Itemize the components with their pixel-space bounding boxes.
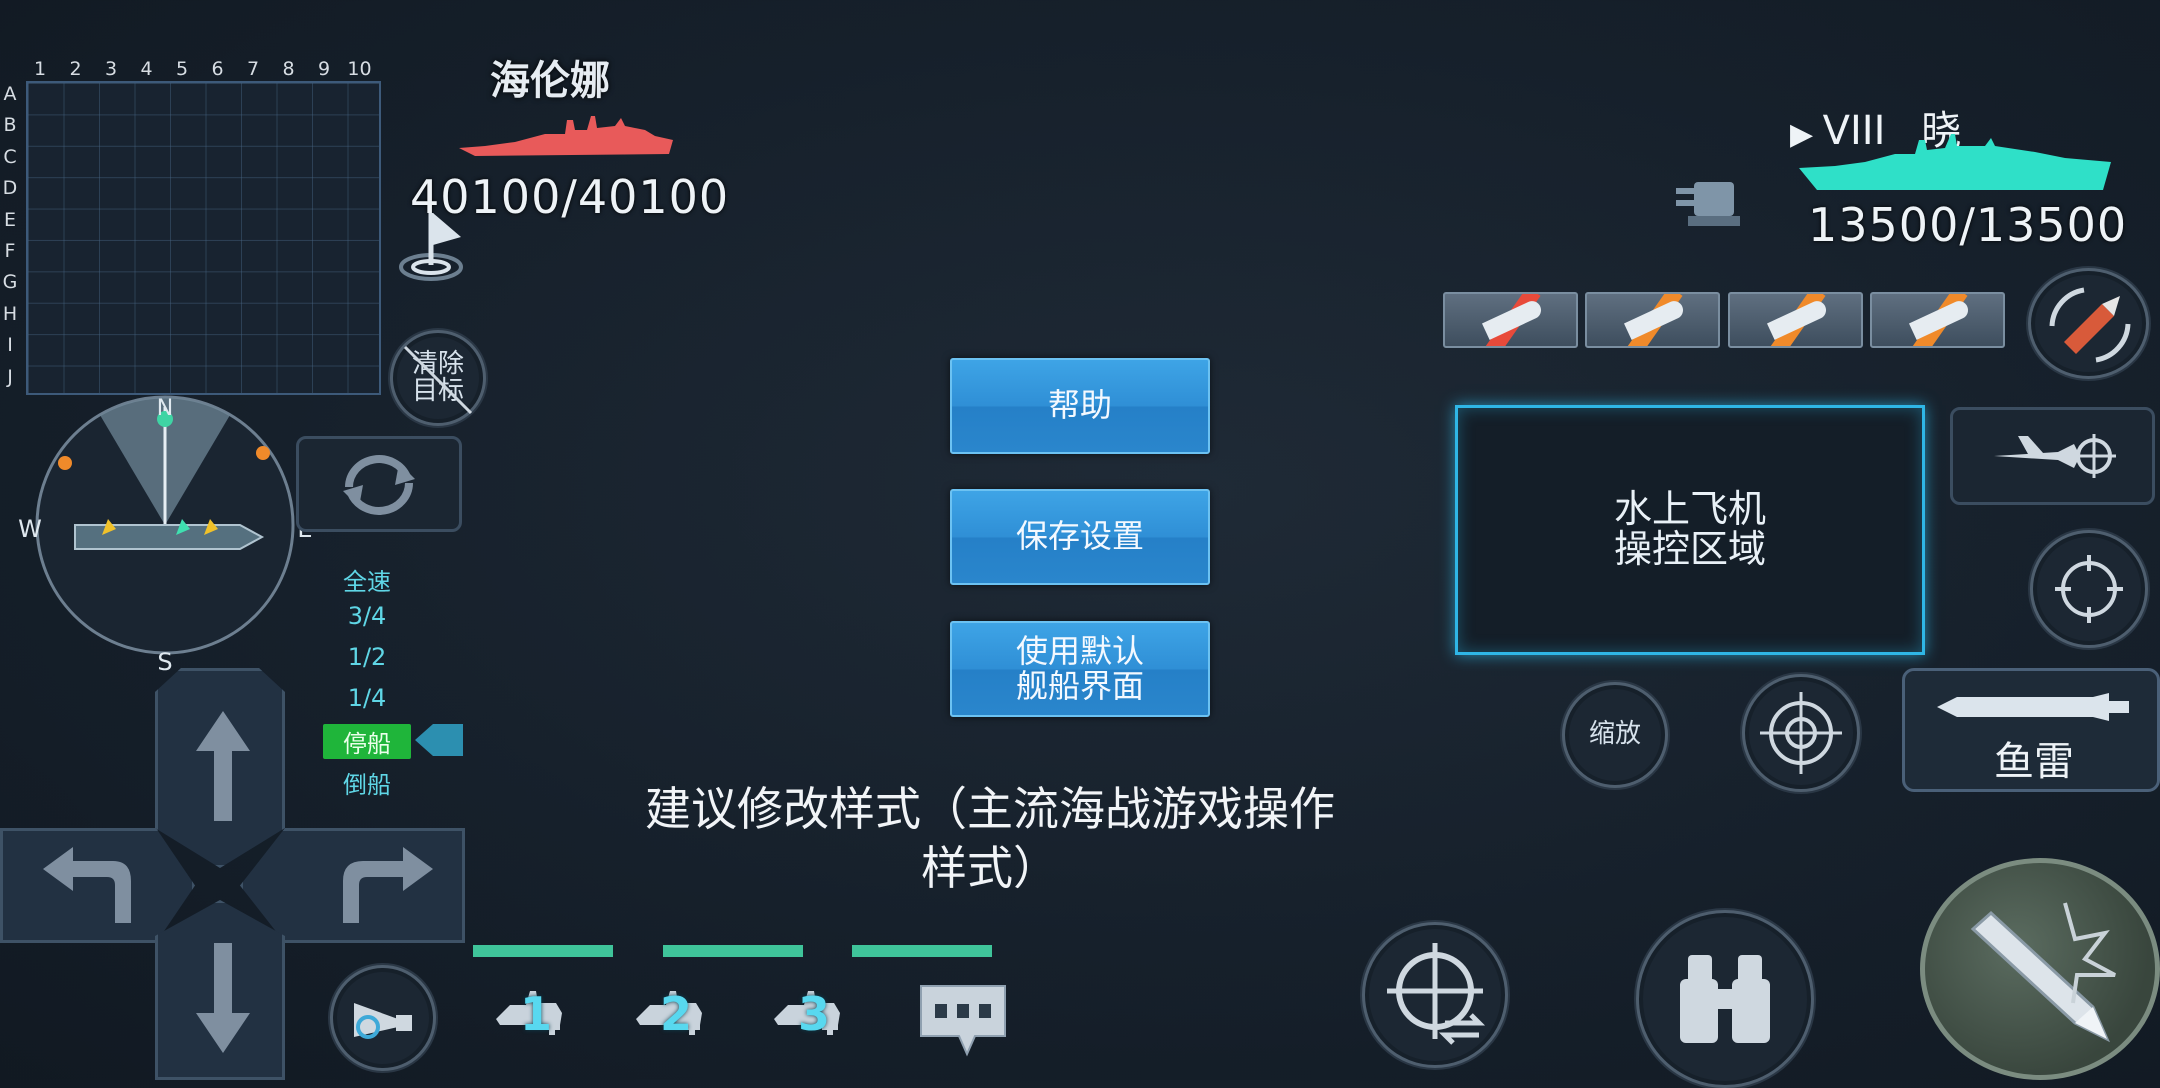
rotate-camera-button[interactable] <box>296 436 462 532</box>
default-ui-label: 使用默认 舰船界面 <box>1015 631 1144 705</box>
dpad-left-button[interactable] <box>0 828 195 943</box>
speed-option[interactable]: 全速 <box>323 562 411 597</box>
grid-column-label: 7 <box>246 58 260 80</box>
shell-fire-icon <box>1970 902 2116 1043</box>
dpad-up-button[interactable] <box>155 668 285 868</box>
seaplane-target-icon <box>1993 434 2116 478</box>
torpedo-button[interactable]: 鱼雷 <box>1902 668 2160 792</box>
help-button-label: 帮助 <box>1047 386 1112 425</box>
ammo-type-button[interactable] <box>1870 292 2005 348</box>
arrow-up-icon <box>196 711 250 821</box>
minimap-grid[interactable] <box>26 81 381 395</box>
clear-target-button[interactable]: 清除 目标 <box>390 330 486 426</box>
grid-column-label: 1 <box>33 58 47 80</box>
launch-seaplane-button[interactable] <box>1950 407 2155 505</box>
fleet-ship-1-button[interactable]: 1 <box>490 975 580 1045</box>
fleet-1-hp-bar <box>473 945 613 957</box>
speed-pointer-icon <box>415 724 463 756</box>
grid-column-label: 2 <box>69 58 82 80</box>
crosshair-icon <box>2055 555 2123 623</box>
fleet-ship-3-button[interactable]: 3 <box>768 975 858 1045</box>
chat-button[interactable] <box>915 980 1011 1060</box>
fleet-ship-number: 2 <box>660 987 693 1041</box>
turret-icon <box>1676 182 1740 226</box>
grid-row-label: B <box>3 114 17 137</box>
turn-right-icon <box>343 847 433 923</box>
compass-s: S <box>157 648 172 675</box>
grid-column-label: 5 <box>175 58 189 80</box>
fleet-3-hp-bar <box>852 945 992 957</box>
zoom-button[interactable]: 缩放 <box>1562 682 1668 788</box>
switch-shell-icon <box>2049 287 2130 362</box>
lock-target-button[interactable] <box>1742 674 1860 792</box>
save-settings-label: 保存设置 <box>1015 517 1144 556</box>
dpad-right-button[interactable] <box>240 828 465 943</box>
torpedo-label: 鱼雷 <box>1994 739 2074 785</box>
switch-target-button[interactable] <box>1362 922 1508 1068</box>
chat-icon <box>920 985 1006 1057</box>
grid-row-label: D <box>2 177 18 200</box>
fleet-2-hp-bar <box>663 945 803 957</box>
compass-n: N <box>157 396 173 421</box>
horn-icon <box>354 1003 412 1039</box>
target-flag-icon[interactable] <box>395 205 467 283</box>
grid-row-label: G <box>2 271 18 294</box>
compass-w: W <box>18 515 42 543</box>
default-ui-button[interactable]: 使用默认 舰船界面 <box>950 621 1210 717</box>
seaplane-control-area[interactable]: 水上飞机 操控区域 <box>1455 405 1925 655</box>
grid-row-label: F <box>4 240 16 262</box>
grid-column-label: 10 <box>347 58 372 80</box>
enemy-ship-silhouette <box>459 116 673 156</box>
fleet-ship-number: 3 <box>798 987 831 1041</box>
switch-target-icon <box>1387 943 1486 1045</box>
help-button[interactable]: 帮助 <box>950 358 1210 454</box>
binoculars-icon <box>1680 955 1770 1043</box>
target-lock-icon <box>1760 692 1842 774</box>
grid-column-label: 6 <box>211 58 224 80</box>
binoculars-button[interactable] <box>1636 910 1814 1088</box>
grid-column-label: 3 <box>104 58 118 80</box>
grid-row-label: I <box>7 334 13 357</box>
grid-column-label: 4 <box>140 58 153 80</box>
fleet-ship-number: 1 <box>520 987 553 1041</box>
player-ship-silhouette <box>1799 134 2111 190</box>
grid-column-label: 9 <box>317 58 331 80</box>
grid-minimap[interactable]: 1 2 3 4 5 6 7 8 9 10 ABCDEFGHIJ <box>0 55 385 397</box>
seaplane-control-label: 水上飞机 操控区域 <box>1613 487 1766 571</box>
suggestion-caption: 建议修改样式（主流海战游戏操作 样式） <box>645 782 1335 895</box>
speed-option[interactable]: 1/4 <box>323 684 411 712</box>
player-hp: 13500/13500 <box>1808 198 2128 252</box>
arrow-down-icon <box>196 943 250 1053</box>
grid-row-label: C <box>3 145 17 168</box>
grid-column-label: 8 <box>282 58 295 80</box>
ammo-type-button[interactable] <box>1728 292 1863 348</box>
switch-ammo-button[interactable] <box>2028 268 2149 379</box>
speed-option[interactable]: 停船 <box>323 724 411 759</box>
speed-option[interactable]: 3/4 <box>323 602 411 630</box>
enemy-ship-name: 海伦娜 <box>490 58 610 104</box>
torpedo-icon <box>1937 693 2129 721</box>
compass-radar: N S W E <box>18 395 313 675</box>
dpad-down-button[interactable] <box>155 900 285 1080</box>
speed-option[interactable]: 倒船 <box>323 765 411 800</box>
grid-row-label: H <box>2 302 18 325</box>
ammo-type-button[interactable] <box>1443 292 1578 348</box>
fire-main-battery-button[interactable] <box>1920 858 2160 1080</box>
horn-button[interactable] <box>330 965 436 1071</box>
grid-row-label: E <box>3 208 16 231</box>
zoom-label: 缩放 <box>1588 719 1641 750</box>
refresh-icon <box>343 455 415 515</box>
grid-row-label: A <box>3 83 17 105</box>
save-settings-button[interactable]: 保存设置 <box>950 489 1210 585</box>
speed-option[interactable]: 1/2 <box>323 643 411 671</box>
ammo-type-button[interactable] <box>1585 292 1720 348</box>
fleet-ship-2-button[interactable]: 2 <box>630 975 720 1045</box>
aim-mode-button[interactable] <box>2030 530 2148 648</box>
